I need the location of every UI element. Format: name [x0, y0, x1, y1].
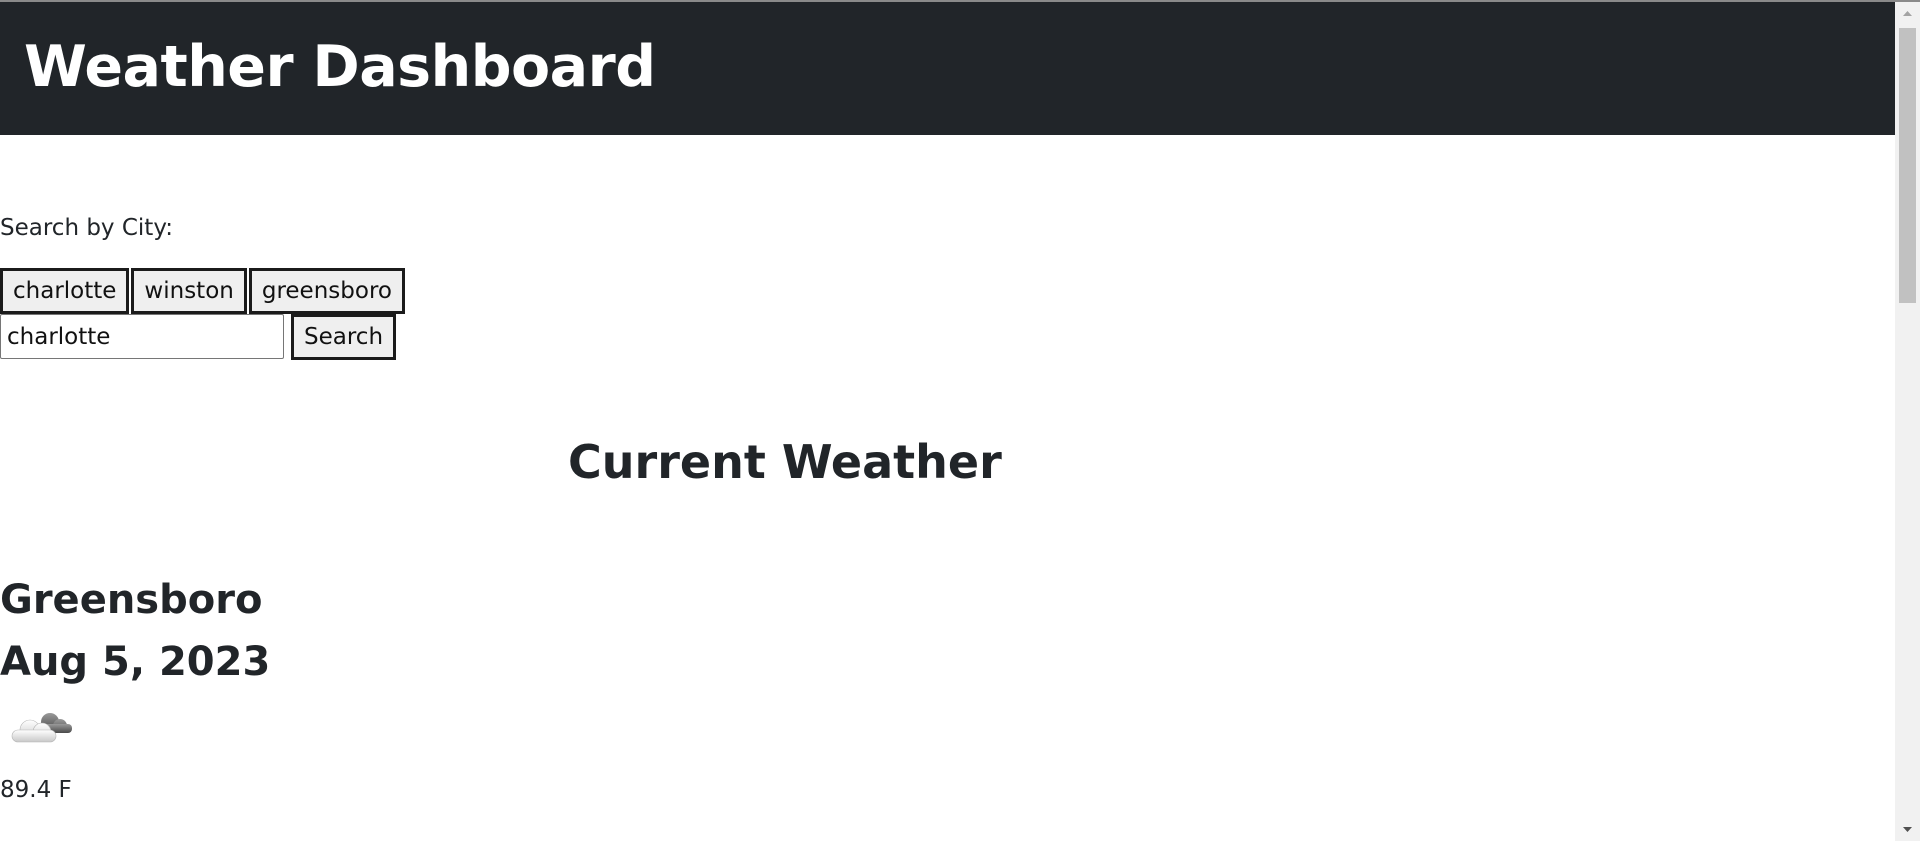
history-button-winston[interactable]: winston: [131, 268, 247, 314]
search-button[interactable]: Search: [291, 314, 397, 360]
search-form: Search: [0, 314, 397, 360]
history-button-greensboro[interactable]: greensboro: [248, 268, 405, 314]
weather-date: Aug 5, 2023: [0, 639, 271, 685]
app-header: Weather Dashboard: [0, 2, 1895, 135]
history-button-charlotte[interactable]: charlotte: [0, 268, 130, 314]
current-weather-heading: Current Weather: [568, 435, 1002, 489]
cloud-icon: [6, 704, 74, 750]
city-search-input[interactable]: [0, 314, 284, 359]
page-title: Weather Dashboard: [24, 34, 656, 100]
scroll-up-arrow-icon[interactable]: [1895, 4, 1920, 22]
search-label: Search by City:: [0, 215, 174, 241]
temperature-value: 89.4 F: [0, 777, 72, 803]
scrollbar-thumb[interactable]: [1899, 28, 1916, 303]
scroll-down-arrow-icon[interactable]: [1895, 821, 1920, 839]
city-name: Greensboro: [0, 577, 263, 623]
search-history: charlotte winston greensboro: [0, 268, 405, 314]
page-viewport: Weather Dashboard Search by City: charlo…: [0, 2, 1895, 841]
vertical-scrollbar[interactable]: [1895, 2, 1920, 841]
